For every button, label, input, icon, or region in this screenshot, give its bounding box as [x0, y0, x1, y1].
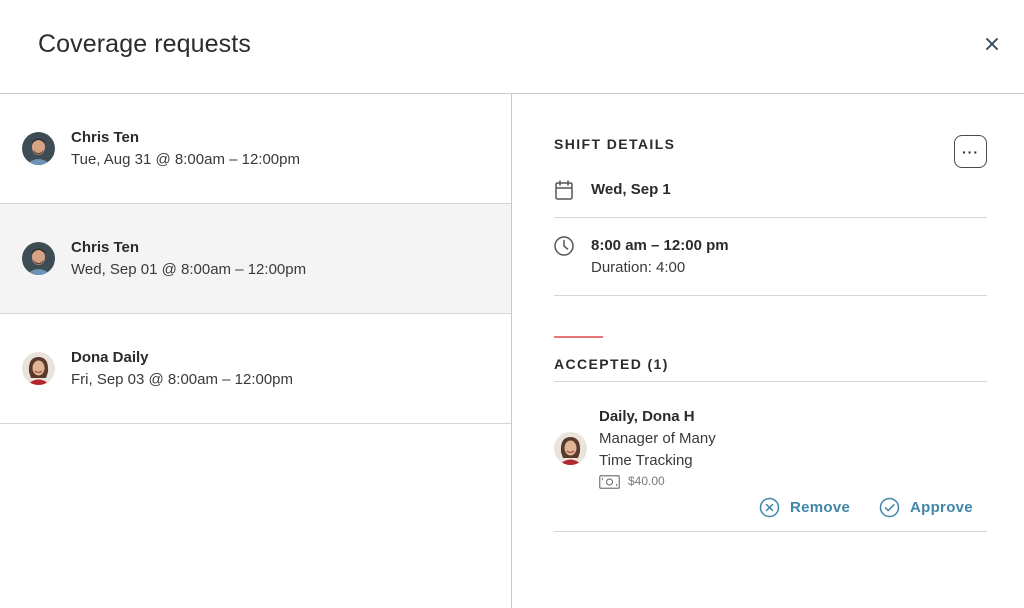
divider — [554, 381, 987, 382]
cash-icon — [599, 475, 620, 489]
check-circle-icon — [879, 497, 900, 518]
calendar-icon — [555, 180, 573, 200]
employee-role: Manager of Many — [599, 430, 716, 447]
shift-details-panel: SHIFT DETAILS ··· Wed, Sep 1 8:00 am – 1… — [513, 94, 1024, 608]
avatar — [554, 432, 587, 465]
request-time: Wed, Sep 01 @ 8:00am – 12:00pm — [71, 261, 307, 278]
approve-button[interactable]: Approve — [879, 497, 973, 518]
accepted-heading: ACCEPTED (1) — [554, 356, 669, 372]
request-name: Chris Ten — [71, 239, 140, 256]
shift-time: 8:00 am – 12:00 pm — [591, 237, 729, 254]
more-icon: ··· — [962, 143, 979, 160]
more-options-button[interactable]: ··· — [954, 135, 987, 168]
request-name: Chris Ten — [71, 129, 140, 146]
request-item[interactable]: Chris Ten Tue, Aug 31 @ 8:00am – 12:00pm — [0, 94, 511, 204]
request-time: Fri, Sep 03 @ 8:00am – 12:00pm — [71, 371, 294, 388]
remove-circle-icon — [759, 497, 780, 518]
clock-icon — [554, 236, 574, 256]
request-item[interactable]: Dona Daily Fri, Sep 03 @ 8:00am – 12:00p… — [0, 314, 511, 424]
shift-duration: Duration: 4:00 — [591, 259, 686, 276]
divider — [554, 531, 987, 532]
approve-label: Approve — [910, 499, 973, 516]
modal-header: Coverage requests — [0, 0, 1024, 94]
accepted-accent-bar — [554, 336, 603, 338]
remove-label: Remove — [790, 499, 851, 516]
avatar — [22, 242, 55, 275]
shift-date: Wed, Sep 1 — [591, 181, 671, 198]
request-time: Tue, Aug 31 @ 8:00am – 12:00pm — [71, 151, 300, 168]
request-name: Dona Daily — [71, 349, 149, 366]
divider — [554, 217, 987, 218]
remove-button[interactable]: Remove — [759, 497, 850, 518]
employee-department: Time Tracking — [599, 452, 693, 469]
modal-title: Coverage requests — [38, 30, 251, 58]
employee-pay: $40.00 — [628, 474, 665, 488]
request-list: Chris Ten Tue, Aug 31 @ 8:00am – 12:00pm… — [0, 94, 512, 608]
avatar — [22, 132, 55, 165]
close-icon[interactable] — [980, 32, 1004, 56]
employee-name: Daily, Dona H — [599, 408, 695, 425]
divider — [554, 295, 987, 296]
avatar — [22, 352, 55, 385]
shift-details-heading: SHIFT DETAILS — [554, 136, 676, 152]
request-item-selected[interactable]: Chris Ten Wed, Sep 01 @ 8:00am – 12:00pm — [0, 204, 511, 314]
